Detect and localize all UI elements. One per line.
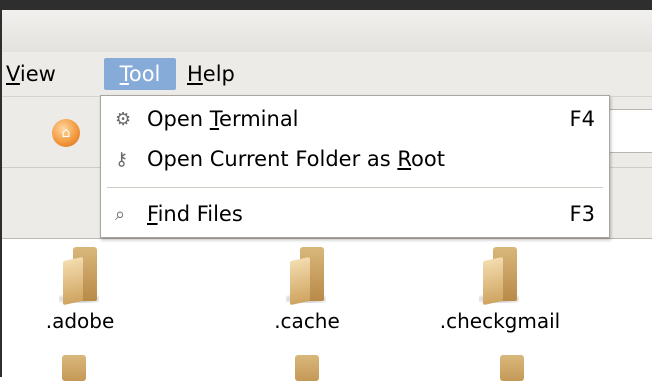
menu-tool[interactable]: Tool xyxy=(104,58,176,90)
menu-item-shortcut: F4 xyxy=(569,107,595,131)
folder-icon xyxy=(477,245,523,306)
menu-item-label: Open Terminal xyxy=(147,107,299,131)
home-icon[interactable]: ⌂ xyxy=(52,119,80,147)
file-name: .checkgmail xyxy=(439,309,561,333)
file-item[interactable]: .cache xyxy=(227,245,387,333)
menu-item-shortcut: F3 xyxy=(569,202,595,226)
menu-separator xyxy=(107,187,603,188)
file-name: .cache xyxy=(274,309,340,333)
file-item[interactable]: .checkgmail xyxy=(420,245,580,333)
window-frame-top xyxy=(0,0,652,10)
menu-item-open-terminal[interactable]: ⚙ Open Terminal F4 xyxy=(101,102,609,136)
menu-view[interactable]: View xyxy=(6,58,56,90)
find-files-icon: ⌕ xyxy=(115,204,126,225)
menu-item-open-as-root[interactable]: ⚷ Open Current Folder as Root xyxy=(101,142,609,176)
folder-icon xyxy=(284,245,330,306)
folder-icon xyxy=(57,245,103,306)
menu-help[interactable]: Help xyxy=(187,58,235,90)
file-item[interactable]: .adobe xyxy=(0,245,160,333)
tool-menu-dropdown: ⚙ Open Terminal F4 ⚷ Open Current Folder… xyxy=(100,95,610,238)
terminal-gears-icon: ⚙ xyxy=(115,109,132,130)
menu-item-find-files[interactable]: ⌕ Find Files F3 xyxy=(101,197,609,231)
key-icon: ⚷ xyxy=(115,149,129,170)
title-bar[interactable] xyxy=(2,10,652,52)
file-view: .adobe .cache .checkgmail xyxy=(0,239,652,381)
menu-item-label: Open Current Folder as Root xyxy=(147,147,445,171)
file-name: .adobe xyxy=(45,309,115,333)
menu-item-label: Find Files xyxy=(147,202,243,226)
menu-bar: View Tool Help xyxy=(2,52,652,97)
